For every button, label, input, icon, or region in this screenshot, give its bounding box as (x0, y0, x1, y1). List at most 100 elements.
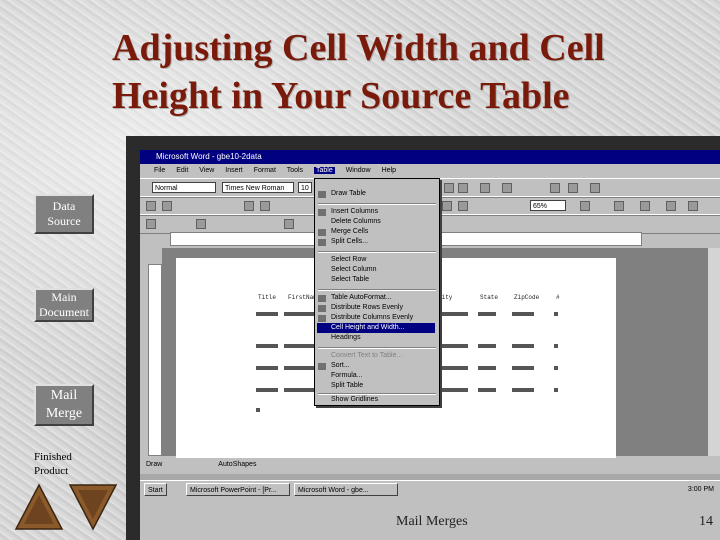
page-number: 14 (699, 514, 713, 529)
copy-icon[interactable] (260, 201, 270, 211)
menu-item-table-autoformat[interactable]: Table AutoFormat... (331, 293, 435, 303)
taskbar-word[interactable]: Microsoft Word - gbe... (294, 483, 398, 496)
windows-taskbar: Start Microsoft PowerPoint - [Pr... Micr… (140, 480, 720, 499)
word-window-title: Microsoft Word - gbe10-2data (156, 152, 262, 161)
cut-icon[interactable] (244, 201, 254, 211)
table-menu-dropdown: Draw Table Insert Columns Delete Columns… (314, 178, 440, 406)
previous-slide-button[interactable] (14, 483, 64, 531)
menu-separator (318, 289, 436, 291)
word-titlebar: Microsoft Word - gbe10-2data (140, 150, 720, 164)
new-document-icon[interactable] (146, 201, 156, 211)
menu-table[interactable]: Table (314, 167, 335, 174)
taskbar-clock: 3:00 PM (687, 486, 714, 493)
word-menubar: File Edit View Insert Format Tools Table… (140, 164, 720, 178)
mail-merge-label: Mail Merge (45, 388, 83, 421)
taskbar-powerpoint[interactable]: Microsoft PowerPoint - [Pr... (186, 483, 290, 496)
grid-icon[interactable] (666, 201, 676, 211)
menu-format[interactable]: Format (254, 167, 276, 174)
start-label: Start (148, 487, 163, 494)
footer-title: Mail Merges (396, 514, 468, 529)
font-color-icon[interactable] (568, 183, 578, 193)
sum-icon[interactable] (640, 201, 650, 211)
slide-title-line-1: Adjusting Cell Width and Cell (112, 27, 605, 69)
menu-separator (318, 347, 436, 349)
menu-window[interactable]: Window (346, 167, 371, 174)
vertical-scrollbar[interactable] (707, 248, 720, 456)
open-icon[interactable] (162, 201, 172, 211)
font-dropdown[interactable]: Times New Roman (222, 182, 294, 193)
drawing-toolbar: Draw AutoShapes (140, 456, 720, 474)
insert-columns-icon (318, 209, 326, 216)
menu-item-cell-height-width[interactable]: Cell Height and Width... (317, 323, 435, 333)
autoformat-icon (318, 295, 326, 302)
menu-edit[interactable]: Edit (176, 167, 188, 174)
draw-table-icon[interactable] (146, 219, 156, 229)
menu-separator (318, 203, 436, 205)
menu-item-select-row[interactable]: Select Row (331, 255, 435, 265)
menu-help[interactable]: Help (382, 167, 396, 174)
word-screenshot: Microsoft Word - gbe10-2data File Edit V… (126, 136, 720, 540)
menu-view[interactable]: View (199, 167, 214, 174)
menu-item-show-gridlines[interactable]: Show Gridlines (331, 395, 435, 405)
indent-icon[interactable] (458, 183, 468, 193)
menu-item-convert-text[interactable]: Convert Text to Table... (331, 351, 435, 361)
menu-separator (318, 251, 436, 253)
menu-item-delete-columns[interactable]: Delete Columns (331, 217, 435, 227)
vertical-ruler[interactable] (148, 264, 162, 456)
style-dropdown[interactable]: Normal (152, 182, 216, 193)
table-header-title: Title (258, 294, 277, 301)
taskbar-word-label: Microsoft Word - gbe... (298, 487, 369, 494)
menu-item-select-table[interactable]: Select Table (331, 275, 435, 285)
highlight-icon[interactable] (550, 183, 560, 193)
line-style-icon[interactable] (284, 219, 294, 229)
mail-merge-button[interactable]: Mail Merge (34, 384, 94, 426)
data-source-button[interactable]: Data Source (34, 194, 94, 234)
menu-file[interactable]: File (154, 167, 165, 174)
help-icon[interactable] (580, 201, 590, 211)
menu-item-select-column[interactable]: Select Column (331, 265, 435, 275)
menu-insert[interactable]: Insert (225, 167, 243, 174)
font-size-dropdown[interactable]: 10 (298, 182, 312, 193)
word-window: Microsoft Word - gbe10-2data File Edit V… (140, 150, 720, 540)
menu-item-split-cells[interactable]: Split Cells... (331, 237, 435, 247)
menu-item-distribute-rows[interactable]: Distribute Rows Evenly (331, 303, 435, 313)
menu-item-split-table[interactable]: Split Table (331, 381, 435, 391)
columns-icon[interactable] (688, 201, 698, 211)
sort-icon[interactable] (614, 201, 624, 211)
menu-item-distribute-columns[interactable]: Distribute Columns Evenly (331, 313, 435, 323)
menu-item-sort[interactable]: Sort... (331, 361, 435, 371)
data-source-label: Data Source (47, 199, 81, 228)
menu-item-merge-cells[interactable]: Merge Cells (331, 227, 435, 237)
menu-item-insert-columns[interactable]: Insert Columns (331, 207, 435, 217)
zoom-dropdown[interactable]: 65% (530, 200, 566, 211)
slide-title: Adjusting Cell Width and Cell Height in … (112, 24, 712, 120)
table-header-zipcode: ZipCode (514, 294, 540, 301)
border-icon[interactable] (502, 183, 512, 193)
bullets-icon[interactable] (444, 183, 454, 193)
shading-icon[interactable] (196, 219, 206, 229)
menu-item-draw-table[interactable]: Draw Table (331, 189, 435, 199)
menu-item-headings[interactable]: Headings (331, 333, 435, 343)
up-arrow-icon (14, 483, 64, 530)
draw-menu[interactable]: Draw (146, 461, 162, 468)
start-button[interactable]: Start (144, 483, 167, 496)
table-icon[interactable] (442, 201, 452, 211)
sort-icon (318, 363, 326, 370)
eraser-icon[interactable] (458, 201, 468, 211)
split-cells-icon (318, 239, 326, 246)
next-slide-button[interactable] (68, 483, 118, 531)
align-left-icon[interactable] (590, 183, 600, 193)
main-document-button[interactable]: Main Document (34, 288, 94, 322)
finished-product-label: Finished Product (34, 451, 72, 477)
slide-title-line-2: Height in Your Source Table (112, 75, 570, 117)
draw-table-icon (318, 191, 326, 198)
down-arrow-icon (68, 484, 118, 531)
table-header-city: City (438, 294, 453, 301)
menu-tools[interactable]: Tools (287, 167, 303, 174)
outdent-icon[interactable] (480, 183, 490, 193)
distribute-rows-icon (318, 305, 326, 312)
menu-item-formula[interactable]: Formula... (331, 371, 435, 381)
taskbar-powerpoint-label: Microsoft PowerPoint - [Pr... (190, 487, 277, 494)
distribute-columns-icon (318, 315, 326, 322)
autoshapes-menu[interactable]: AutoShapes (218, 461, 256, 468)
